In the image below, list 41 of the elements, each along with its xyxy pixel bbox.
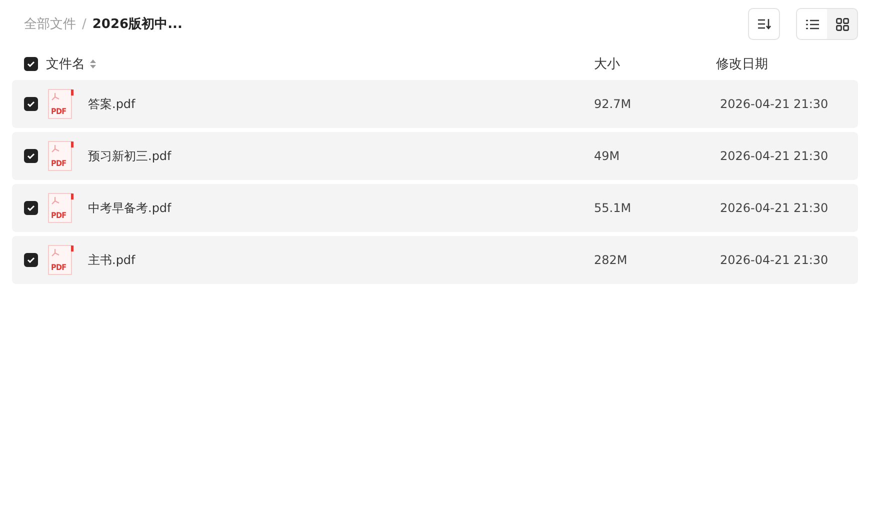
breadcrumb-separator: / — [82, 16, 86, 32]
row-checkbox[interactable] — [24, 149, 38, 163]
file-name[interactable]: 预习新初三.pdf — [88, 148, 594, 164]
grid-icon — [836, 18, 848, 30]
check-icon — [27, 205, 35, 211]
file-size: 49M — [594, 149, 621, 163]
column-header[interactable]: 修改日期 — [716, 55, 768, 73]
breadcrumb-item: 2026版初中... — [92, 16, 182, 33]
list-icon — [806, 18, 818, 30]
pdf-file-icon: PDF — [48, 193, 74, 223]
modified-date: 2026-04-21 21:30 — [720, 149, 828, 163]
file-size: 55.1M — [594, 201, 632, 215]
check-icon — [27, 257, 35, 263]
row-checkbox[interactable] — [24, 253, 38, 267]
file-size: 282M — [594, 253, 628, 267]
file-size: 92.7M — [594, 97, 632, 111]
column-header[interactable]: 文件名 — [46, 55, 85, 73]
sort-button[interactable] — [748, 8, 780, 40]
check-icon — [27, 153, 35, 159]
sort-arrows-icon[interactable] — [90, 59, 96, 69]
file-row[interactable]: PDF 中考早备考.pdf 55.1M 2026-04-21 21:30 — [12, 184, 858, 232]
file-name[interactable]: 中考早备考.pdf — [88, 200, 594, 216]
file-row[interactable]: PDF 预习新初三.pdf 49M 2026-04-21 21:30 — [12, 132, 858, 180]
row-checkbox[interactable] — [24, 97, 38, 111]
file-row[interactable]: PDF 答案.pdf 92.7M 2026-04-21 21:30 — [12, 80, 858, 128]
modified-date: 2026-04-21 21:30 — [720, 253, 828, 267]
select-all-checkbox[interactable] — [24, 57, 38, 71]
modified-date: 2026-04-21 21:30 — [720, 97, 828, 111]
sort-icon — [757, 18, 771, 30]
pdf-file-icon: PDF — [48, 245, 74, 275]
pdf-file-icon: PDF — [48, 89, 74, 119]
column-header[interactable]: 大小 — [590, 55, 716, 73]
modified-date: 2026-04-21 21:30 — [720, 201, 828, 215]
list-view-button[interactable] — [797, 9, 827, 39]
file-row[interactable]: PDF 主书.pdf 282M 2026-04-21 21:30 — [12, 236, 858, 284]
file-name[interactable]: 答案.pdf — [88, 96, 594, 112]
pdf-file-icon: PDF — [48, 141, 74, 171]
check-icon — [27, 101, 35, 107]
file-name[interactable]: 主书.pdf — [88, 252, 594, 268]
row-checkbox[interactable] — [24, 201, 38, 215]
check-icon — [27, 61, 35, 67]
